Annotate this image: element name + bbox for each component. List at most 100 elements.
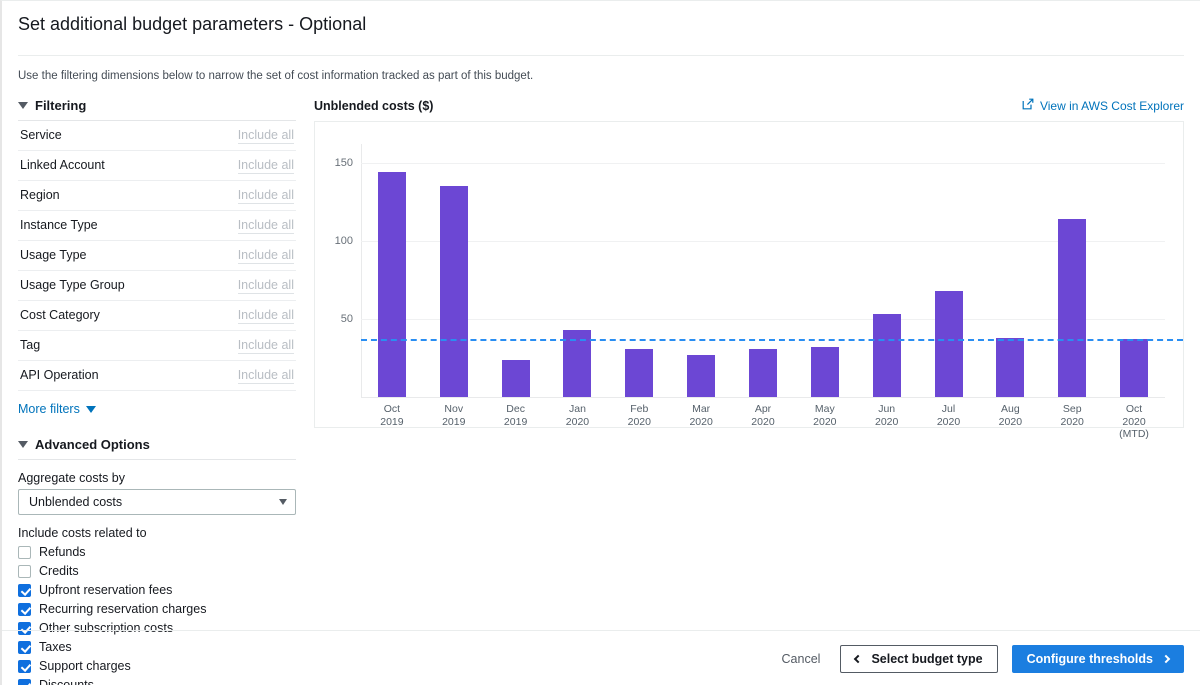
x-axis-tick-label: Oct 2019	[380, 403, 404, 428]
bar-slot	[1103, 144, 1165, 397]
chart-panel: Unblended costs ($) View in AWS Cost Exp…	[314, 98, 1184, 685]
chart-title: Unblended costs ($)	[314, 98, 434, 113]
x-axis-tick-label: Jun 2020	[874, 403, 899, 428]
x-axis-tick-label: Feb 2020	[627, 403, 651, 428]
left-panel: Filtering Service Include all Linked Acc…	[18, 98, 296, 685]
filter-label: API Operation	[20, 368, 99, 382]
chart-bar[interactable]	[439, 186, 468, 397]
filter-value[interactable]: Include all	[237, 368, 294, 384]
checkbox-row-support-charges[interactable]: Support charges	[18, 659, 296, 673]
checkbox-row-taxes[interactable]: Taxes	[18, 640, 296, 654]
filter-row-usage-type[interactable]: Usage Type Include all	[18, 241, 296, 271]
x-axis-tick-label: Dec 2019	[503, 403, 528, 428]
filter-row-region[interactable]: Region Include all	[18, 181, 296, 211]
checkbox-row-recurring-reservation-charges[interactable]: Recurring reservation charges	[18, 602, 296, 616]
configure-thresholds-button[interactable]: Configure thresholds	[1011, 645, 1184, 673]
checkbox-row-other-subscription-costs[interactable]: Other subscription costs	[18, 621, 296, 635]
chevron-right-icon	[1161, 654, 1171, 664]
filter-label: Usage Type Group	[20, 278, 125, 292]
checkbox-label: Credits	[39, 564, 79, 578]
chart-bar[interactable]	[1058, 218, 1087, 397]
chart-bar[interactable]	[501, 359, 530, 397]
filtering-section-title: Filtering	[35, 98, 87, 113]
filter-label: Linked Account	[20, 158, 105, 172]
checkbox-row-refunds[interactable]: Refunds	[18, 545, 296, 559]
checkbox-recurring-reservation-charges[interactable]	[18, 602, 31, 616]
filter-value[interactable]: Include all	[237, 248, 294, 264]
include-costs-label: Include costs related to	[18, 526, 147, 540]
checkbox-discounts[interactable]	[18, 678, 31, 685]
chart-bar[interactable]	[377, 172, 406, 397]
filter-row-tag[interactable]: Tag Include all	[18, 331, 296, 361]
advanced-options-panel: Advanced Options Aggregate costs by Unbl…	[18, 437, 296, 685]
checkbox-refunds[interactable]	[18, 545, 31, 559]
chevron-down-icon	[279, 499, 287, 505]
chart-bar[interactable]	[996, 338, 1025, 397]
checkbox-row-discounts[interactable]: Discounts	[18, 678, 296, 685]
checkbox-upfront-reservation-fees[interactable]	[18, 583, 31, 597]
more-filters-label: More filters	[18, 402, 80, 416]
chart-bar[interactable]	[1120, 339, 1149, 397]
checkbox-label: Upfront reservation fees	[39, 583, 173, 597]
filter-label: Region	[20, 188, 60, 202]
x-axis-tick-label: Jan 2020	[565, 403, 590, 428]
view-in-cost-explorer-link[interactable]: View in AWS Cost Explorer	[1022, 98, 1184, 113]
chart-bar[interactable]	[872, 314, 901, 397]
checkbox-credits[interactable]	[18, 564, 31, 578]
filter-value[interactable]: Include all	[237, 338, 294, 354]
x-axis-tick-label: Jul 2020	[936, 403, 961, 428]
bar-slot	[1041, 144, 1103, 397]
filter-row-usage-type-group[interactable]: Usage Type Group Include all	[18, 271, 296, 301]
bar-slot	[732, 144, 794, 397]
filter-value[interactable]: Include all	[237, 218, 294, 234]
bar-slot	[485, 144, 547, 397]
page-header: Set additional budget parameters - Optio…	[2, 1, 1200, 45]
advanced-options-section-header[interactable]: Advanced Options	[18, 437, 296, 460]
checkbox-label: Taxes	[39, 640, 72, 654]
checkbox-other-subscription-costs[interactable]	[18, 621, 31, 635]
bar-slot	[794, 144, 856, 397]
chart-bar[interactable]	[810, 347, 839, 397]
y-axis-tick-label: 150	[334, 156, 353, 169]
checkbox-label: Other subscription costs	[39, 621, 174, 635]
x-axis-tick-label: Apr 2020	[751, 403, 775, 428]
checkbox-taxes[interactable]	[18, 640, 31, 654]
filter-value[interactable]: Include all	[237, 128, 294, 144]
filter-label: Service	[20, 128, 62, 142]
budget-parameters-page: Set additional budget parameters - Optio…	[0, 0, 1200, 685]
chart-header: Unblended costs ($) View in AWS Cost Exp…	[314, 98, 1184, 113]
filter-row-cost-category[interactable]: Cost Category Include all	[18, 301, 296, 331]
filter-value[interactable]: Include all	[237, 308, 294, 324]
filter-value[interactable]: Include all	[237, 158, 294, 174]
chart-bar[interactable]	[934, 290, 963, 397]
chevron-down-icon	[85, 405, 96, 413]
cost-chart-card: 50 100 150 Oct 2019 Nov 2019 Dec 2019 Jan 2020 Feb…	[314, 121, 1184, 440]
chart-bar[interactable]	[625, 348, 654, 397]
filter-value[interactable]: Include all	[237, 188, 294, 204]
chart-bar[interactable]	[687, 354, 716, 397]
x-axis-tick-label: Nov 2019	[442, 403, 466, 428]
checkbox-label: Support charges	[39, 659, 131, 673]
filtering-section-header[interactable]: Filtering	[18, 98, 296, 121]
select-budget-type-button[interactable]: Select budget type	[840, 645, 998, 673]
filter-row-service[interactable]: Service Include all	[18, 121, 296, 151]
x-axis-tick-label: Aug 2020	[998, 403, 1023, 428]
checkbox-support-charges[interactable]	[18, 659, 31, 673]
cancel-button[interactable]: Cancel	[776, 652, 827, 666]
page-description: Use the filtering dimensions below to na…	[18, 70, 534, 82]
checkbox-row-upfront-reservation-fees[interactable]: Upfront reservation fees	[18, 583, 296, 597]
chevron-down-icon	[18, 102, 28, 109]
chart-bar[interactable]	[748, 348, 777, 397]
filter-row-instance-type[interactable]: Instance Type Include all	[18, 211, 296, 241]
external-link-icon	[1022, 98, 1034, 113]
chevron-left-icon	[854, 654, 863, 664]
aggregate-costs-select[interactable]: Unblended costs	[18, 489, 296, 515]
checkbox-row-credits[interactable]: Credits	[18, 564, 296, 578]
filter-value[interactable]: Include all	[237, 278, 294, 294]
x-axis-tick-label: Oct 2020 (MTD)	[1119, 403, 1149, 440]
filter-row-linked-account[interactable]: Linked Account Include all	[18, 151, 296, 181]
y-axis-tick-label: 100	[334, 234, 353, 247]
filter-row-api-operation[interactable]: API Operation Include all	[18, 361, 296, 391]
checkbox-label: Refunds	[39, 545, 86, 559]
more-filters-button[interactable]: More filters	[18, 402, 296, 416]
